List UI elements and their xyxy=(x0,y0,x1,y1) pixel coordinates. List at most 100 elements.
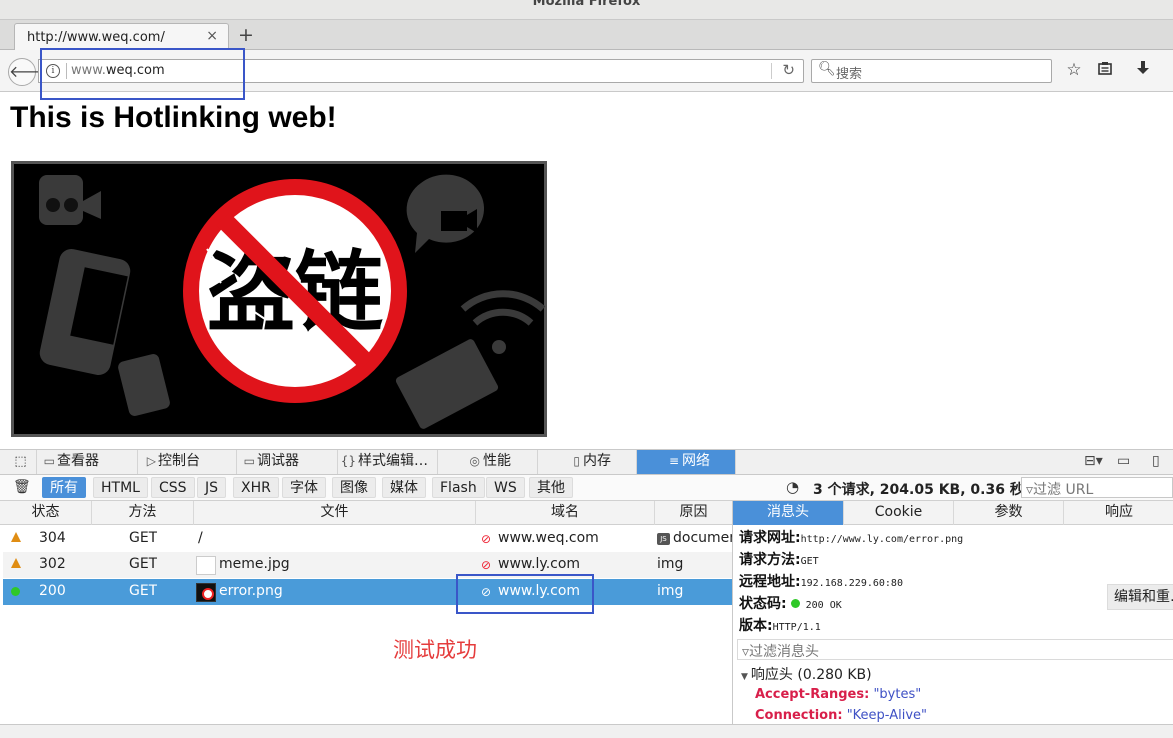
window-titlebar: Mozilla Firefox xyxy=(0,0,1173,20)
window-title: Mozilla Firefox xyxy=(532,0,641,9)
header-name: Connection: xyxy=(755,708,843,723)
tab-style-editor[interactable]: {} 样式编辑… xyxy=(338,450,438,474)
tab-network-label: 网络 xyxy=(682,453,710,469)
reload-icon[interactable]: ↻ xyxy=(782,61,795,79)
page-heading: This is Hotlinking web! xyxy=(10,101,337,134)
filter-flash[interactable]: Flash xyxy=(432,477,485,498)
browser-tab[interactable]: http://www.weq.com/ × xyxy=(14,23,229,50)
search-bar[interactable]: 🔍︎ 搜索 xyxy=(811,59,1052,83)
tab-inspector-label: 查看器 xyxy=(57,453,99,469)
reload-separator xyxy=(771,63,772,79)
tab-memory-label: 内存 xyxy=(583,453,611,469)
new-tab-button[interactable]: + xyxy=(236,24,256,46)
request-summary: 3 个请求, 204.05 KB, 0.36 秒 xyxy=(813,482,1024,498)
inspector-icon: ▭ xyxy=(43,454,55,468)
column-cause[interactable]: 原因 xyxy=(655,501,732,525)
response-headers-label: 响应头 (0.280 KB) xyxy=(750,667,872,683)
column-domain[interactable]: 域名 xyxy=(476,501,655,525)
header-name: Accept-Ranges: xyxy=(755,687,870,702)
request-method-row: 请求方法:GET xyxy=(739,549,819,569)
header-filter-input[interactable]: ▿过滤消息头 xyxy=(737,639,1173,660)
column-file[interactable]: 文件 xyxy=(194,501,476,525)
tab-performance[interactable]: ◎ 性能 xyxy=(438,450,538,474)
column-status[interactable]: 状态 xyxy=(0,501,92,525)
tab-debugger[interactable]: ▭ 调试器 xyxy=(237,450,338,474)
status-code-row: 状态码: 200 OK xyxy=(739,593,842,613)
network-icon: ≡ xyxy=(668,454,679,468)
tab-memory[interactable]: ▯ 内存 xyxy=(538,450,637,474)
request-domain: www.ly.com xyxy=(498,556,581,572)
filter-all[interactable]: 所有 xyxy=(42,477,86,498)
tab-network[interactable]: ≡ 网络 xyxy=(637,450,736,474)
performance-icon: ◎ xyxy=(469,454,480,468)
clear-trash-icon[interactable]: 🗑︎ xyxy=(13,479,31,495)
filter-funnel-icon: ▿ xyxy=(1026,482,1034,498)
request-file: / xyxy=(198,530,203,546)
filter-images[interactable]: 图像 xyxy=(332,477,376,498)
header-value: "bytes" xyxy=(873,687,922,702)
warning-status-icon xyxy=(11,531,23,545)
reading-list-icon[interactable] xyxy=(1094,60,1116,80)
ok-status-icon xyxy=(11,584,23,598)
remote-address-label: 远程地址: xyxy=(739,574,801,590)
image-thumbnail xyxy=(196,556,216,575)
bookmark-star-icon[interactable]: ☆ xyxy=(1063,60,1085,80)
tab-debugger-label: 调试器 xyxy=(257,453,299,469)
hotlinking-image: 盗链 xyxy=(11,161,547,437)
dock-layout-icon[interactable]: ⊟▾ xyxy=(1084,453,1103,469)
header-value: "Keep-Alive" xyxy=(846,708,928,723)
request-method: GET xyxy=(129,530,158,546)
tab-performance-label: 性能 xyxy=(483,453,511,469)
element-picker-icon[interactable]: ⬚ xyxy=(5,450,37,474)
request-method: GET xyxy=(129,583,158,599)
filter-css[interactable]: CSS xyxy=(151,477,195,498)
tab-inspector[interactable]: ▭ 查看器 xyxy=(37,450,138,474)
tab-console-label: 控制台 xyxy=(158,453,200,469)
request-method: GET xyxy=(129,556,158,572)
edit-and-resend-button[interactable]: 编辑和重… xyxy=(1107,584,1173,610)
success-annotation: 测试成功 xyxy=(393,638,477,662)
image-thumbnail xyxy=(196,583,216,602)
request-url-value: http://www.ly.com/error.png xyxy=(800,534,964,545)
request-domain: www.weq.com xyxy=(498,530,599,546)
request-row[interactable]: 302 GET meme.jpg ⊘ www.ly.com img xyxy=(3,552,732,578)
tab-console[interactable]: ▷ 控制台 xyxy=(138,450,237,474)
performance-analysis-icon[interactable]: ◔ xyxy=(786,478,799,496)
version-label: 版本: xyxy=(739,618,773,634)
tab-response[interactable]: 响应 xyxy=(1064,501,1173,525)
url-filter-input[interactable]: ▿过滤 URL xyxy=(1021,477,1173,498)
filter-media[interactable]: 媒体 xyxy=(382,477,426,498)
response-headers-toggle[interactable]: ▼ 响应头 (0.280 KB) xyxy=(741,664,872,684)
status-code-label: 状态码: xyxy=(739,596,787,612)
request-status: 302 xyxy=(39,556,66,572)
request-details-panel: 消息头 Cookie 参数 响应 请求网址:http://www.ly.com/… xyxy=(732,501,1173,738)
tab-cookies[interactable]: Cookie xyxy=(844,501,954,525)
search-icon: 🔍︎ xyxy=(818,61,836,77)
version-value: HTTP/1.1 xyxy=(772,622,821,633)
responsive-mode-icon[interactable]: ▯ xyxy=(1152,453,1160,469)
filter-ws[interactable]: WS xyxy=(486,477,525,498)
request-method-label: 请求方法: xyxy=(739,552,801,568)
filter-other[interactable]: 其他 xyxy=(529,477,573,498)
tab-params[interactable]: 参数 xyxy=(954,501,1064,525)
back-button[interactable]: 🡐 xyxy=(8,58,52,86)
status-ok-dot-icon xyxy=(790,599,800,608)
request-file: meme.jpg xyxy=(219,556,290,572)
request-file: error.png xyxy=(219,583,283,599)
tab-headers[interactable]: 消息头 xyxy=(733,501,844,525)
request-row[interactable]: 200 GET error.png ⊘ www.ly.com img xyxy=(3,579,732,605)
url-filter-placeholder: ▿过滤 URL xyxy=(1026,482,1094,498)
remote-address-row: 远程地址:192.168.229.60:80 xyxy=(739,571,903,591)
request-row[interactable]: 304 GET / ⊘ www.weq.com JS documen xyxy=(3,526,732,552)
request-status: 200 xyxy=(39,583,66,599)
filter-html[interactable]: HTML xyxy=(93,477,148,498)
request-method-value: GET xyxy=(800,556,819,567)
js-cause-icon: JS xyxy=(657,533,670,545)
download-icon[interactable] xyxy=(1132,60,1154,81)
filter-fonts[interactable]: 字体 xyxy=(282,477,326,498)
filter-js[interactable]: JS xyxy=(197,477,227,498)
column-method[interactable]: 方法 xyxy=(92,501,194,525)
filter-xhr[interactable]: XHR xyxy=(233,477,279,498)
close-tab-icon[interactable]: × xyxy=(206,28,218,44)
split-console-icon[interactable]: ▭ xyxy=(1117,453,1130,469)
